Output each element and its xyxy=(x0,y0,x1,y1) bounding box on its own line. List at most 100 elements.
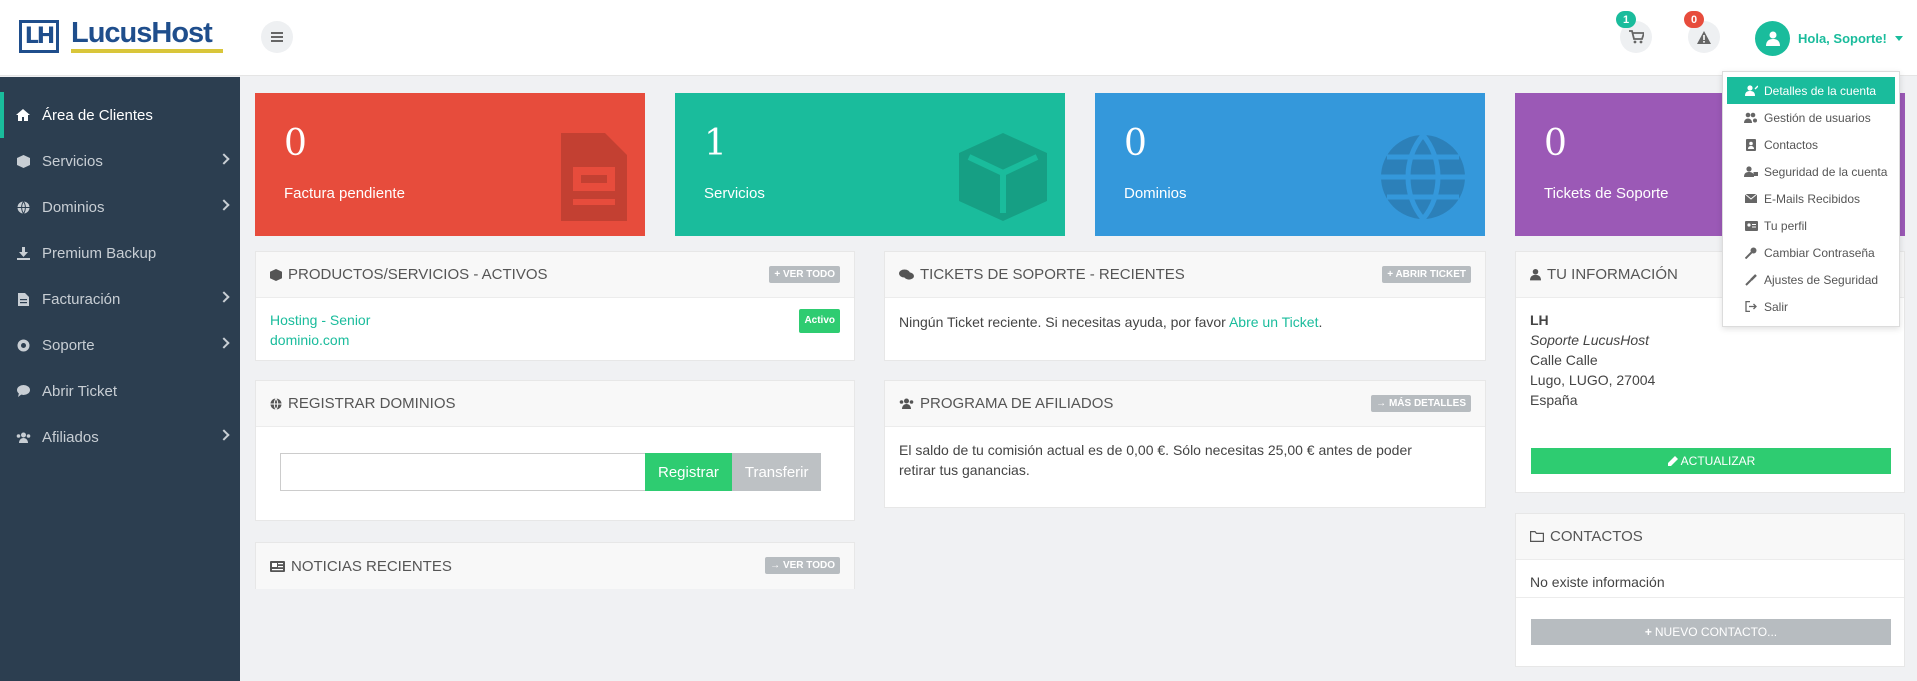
envelope-icon xyxy=(1744,194,1758,203)
pencil-icon xyxy=(1667,455,1678,466)
users-icon xyxy=(899,398,914,409)
dropdown-item-account-security[interactable]: Seguridad de la cuenta xyxy=(1727,158,1895,185)
dropdown-item-profile[interactable]: Tu perfil xyxy=(1727,212,1895,239)
brand-mark: LH xyxy=(19,19,59,53)
sidebar-item-label: Afiliados xyxy=(42,428,99,446)
button-label: ACTUALIZAR xyxy=(1680,454,1756,468)
globe-icon xyxy=(270,397,282,410)
service-name-link[interactable]: Hosting - Senior xyxy=(270,310,840,330)
affiliates-panel: PROGRAMA DE AFILIADOS → MÁS DETALLES El … xyxy=(884,380,1486,508)
plus-icon: + xyxy=(1644,625,1652,639)
chevron-right-icon xyxy=(218,429,230,441)
dropdown-item-label: Cambiar Contraseña xyxy=(1764,245,1875,260)
download-icon xyxy=(15,246,31,260)
chevron-right-icon xyxy=(218,337,230,349)
update-info-button[interactable]: ACTUALIZAR xyxy=(1531,448,1891,474)
register-domains-panel: REGISTRAR DOMINIOS xyxy=(255,380,855,521)
dropdown-item-security-settings[interactable]: Ajustes de Seguridad xyxy=(1727,266,1895,293)
open-ticket-link[interactable]: Abre un Ticket xyxy=(1229,314,1319,330)
dropdown-item-label: Gestión de usuarios xyxy=(1764,110,1871,125)
sidebar-item-label: Facturación xyxy=(42,290,121,308)
sidebar-item-afiliados[interactable]: Afiliados xyxy=(0,414,240,460)
panel-title: TU INFORMACIÓN xyxy=(1547,266,1678,283)
sidebar-item-servicios[interactable]: Servicios xyxy=(0,138,240,184)
tile-label: Dominios xyxy=(1124,185,1187,202)
dropdown-item-emails[interactable]: E-Mails Recibidos xyxy=(1727,185,1895,212)
info-country: España xyxy=(1530,392,1578,408)
user-icon xyxy=(1530,268,1541,281)
dropdown-item-label: Contactos xyxy=(1764,137,1819,152)
service-domain-link[interactable]: dominio.com xyxy=(270,330,840,350)
user-menu[interactable]: Hola, Soporte! xyxy=(1755,21,1903,56)
panel-title: PRODUCTOS/SERVICIOS - ACTIVOS xyxy=(288,266,548,283)
cube-icon xyxy=(270,268,282,281)
panel-title: TICKETS DE SOPORTE - RECIENTES xyxy=(920,266,1185,283)
brand-logo[interactable]: LH LucusHost xyxy=(19,19,223,53)
home-icon xyxy=(15,109,31,121)
brand-underline xyxy=(71,49,223,53)
user-avatar-icon xyxy=(1755,21,1790,56)
invoice-icon xyxy=(561,133,627,221)
dropdown-item-account-details[interactable]: Detalles de la cuenta xyxy=(1727,77,1895,104)
users-cog-icon xyxy=(1744,112,1758,123)
dropdown-item-logout[interactable]: Salir xyxy=(1727,293,1895,320)
sidebar-item-premium-backup[interactable]: Premium Backup xyxy=(0,230,240,276)
dropdown-item-label: Detalles de la cuenta xyxy=(1764,83,1877,98)
tile-value: 0 xyxy=(1544,123,1567,164)
view-all-news-button[interactable]: → VER TODO xyxy=(765,557,840,574)
tile-label: Servicios xyxy=(704,185,765,202)
warning-icon xyxy=(1697,30,1711,44)
more-details-button[interactable]: → MÁS DETALLES xyxy=(1371,395,1471,412)
cart-badge: 1 xyxy=(1616,11,1636,28)
tile-label: Tickets de Soporte xyxy=(1544,185,1669,202)
users-icon xyxy=(15,432,31,443)
alerts-button[interactable]: 0 xyxy=(1684,11,1720,53)
tickets-empty-text: Ningún Ticket reciente. Si necesitas ayu… xyxy=(899,314,1229,330)
globe-icon xyxy=(1381,133,1465,221)
tile-domains[interactable]: 0 Dominios xyxy=(1095,93,1485,236)
cube-icon xyxy=(15,154,31,168)
domain-search-input[interactable] xyxy=(280,453,645,491)
lifebuoy-icon xyxy=(15,339,31,352)
info-street: Calle Calle xyxy=(1530,352,1598,368)
id-card-icon xyxy=(1744,220,1758,231)
menu-toggle-button[interactable] xyxy=(261,21,293,53)
sidebar-item-facturacion[interactable]: Facturación xyxy=(0,276,240,322)
panel-title: NOTICIAS RECIENTES xyxy=(291,557,452,575)
info-company: Soporte LucusHost xyxy=(1530,332,1650,348)
news-panel: NOTICIAS RECIENTES → VER TODO xyxy=(255,542,855,589)
dropdown-item-user-management[interactable]: Gestión de usuarios xyxy=(1727,104,1895,131)
sidebar-item-label: Soporte xyxy=(42,336,95,354)
cart-button[interactable]: 1 xyxy=(1616,11,1652,53)
hamburger-icon xyxy=(271,32,283,42)
sidebar-item-soporte[interactable]: Soporte xyxy=(0,322,240,368)
view-all-products-button[interactable]: + VER TODO xyxy=(769,266,840,283)
register-button[interactable]: Registrar xyxy=(645,453,732,491)
panel-title: CONTACTOS xyxy=(1550,528,1643,545)
dropdown-item-label: E-Mails Recibidos xyxy=(1764,191,1861,206)
dropdown-item-label: Salir xyxy=(1764,299,1789,314)
button-label: VER TODO xyxy=(782,269,835,280)
comment-icon xyxy=(15,385,31,397)
cart-icon xyxy=(1628,30,1644,44)
sidebar-item-dominios[interactable]: Dominios xyxy=(0,184,240,230)
sidebar-item-label: Premium Backup xyxy=(42,244,157,262)
chevron-right-icon xyxy=(218,291,230,303)
folder-icon xyxy=(1530,531,1544,542)
dropdown-item-contacts[interactable]: Contactos xyxy=(1727,131,1895,158)
sidebar-item-label: Dominios xyxy=(42,198,105,216)
tile-services[interactable]: 1 Servicios xyxy=(675,93,1065,236)
dropdown-item-change-password[interactable]: Cambiar Contraseña xyxy=(1727,239,1895,266)
sidebar-item-area-clientes[interactable]: Área de Clientes xyxy=(0,92,240,138)
transfer-button[interactable]: Transferir xyxy=(731,453,822,491)
tile-value: 0 xyxy=(1124,123,1147,164)
button-label: NUEVO CONTACTO... xyxy=(1654,625,1778,639)
contacts-empty-text: No existe información xyxy=(1530,574,1665,590)
sidebar-item-abrir-ticket[interactable]: Abrir Ticket xyxy=(0,368,240,414)
open-ticket-button[interactable]: + ABRIR TICKET xyxy=(1382,266,1471,283)
tile-value: 0 xyxy=(284,123,307,164)
address-book-icon xyxy=(1744,138,1758,151)
tile-invoices[interactable]: 0 Factura pendiente xyxy=(255,93,645,236)
new-contact-button[interactable]: + NUEVO CONTACTO... xyxy=(1531,619,1891,645)
sidebar-item-label: Servicios xyxy=(42,152,103,170)
